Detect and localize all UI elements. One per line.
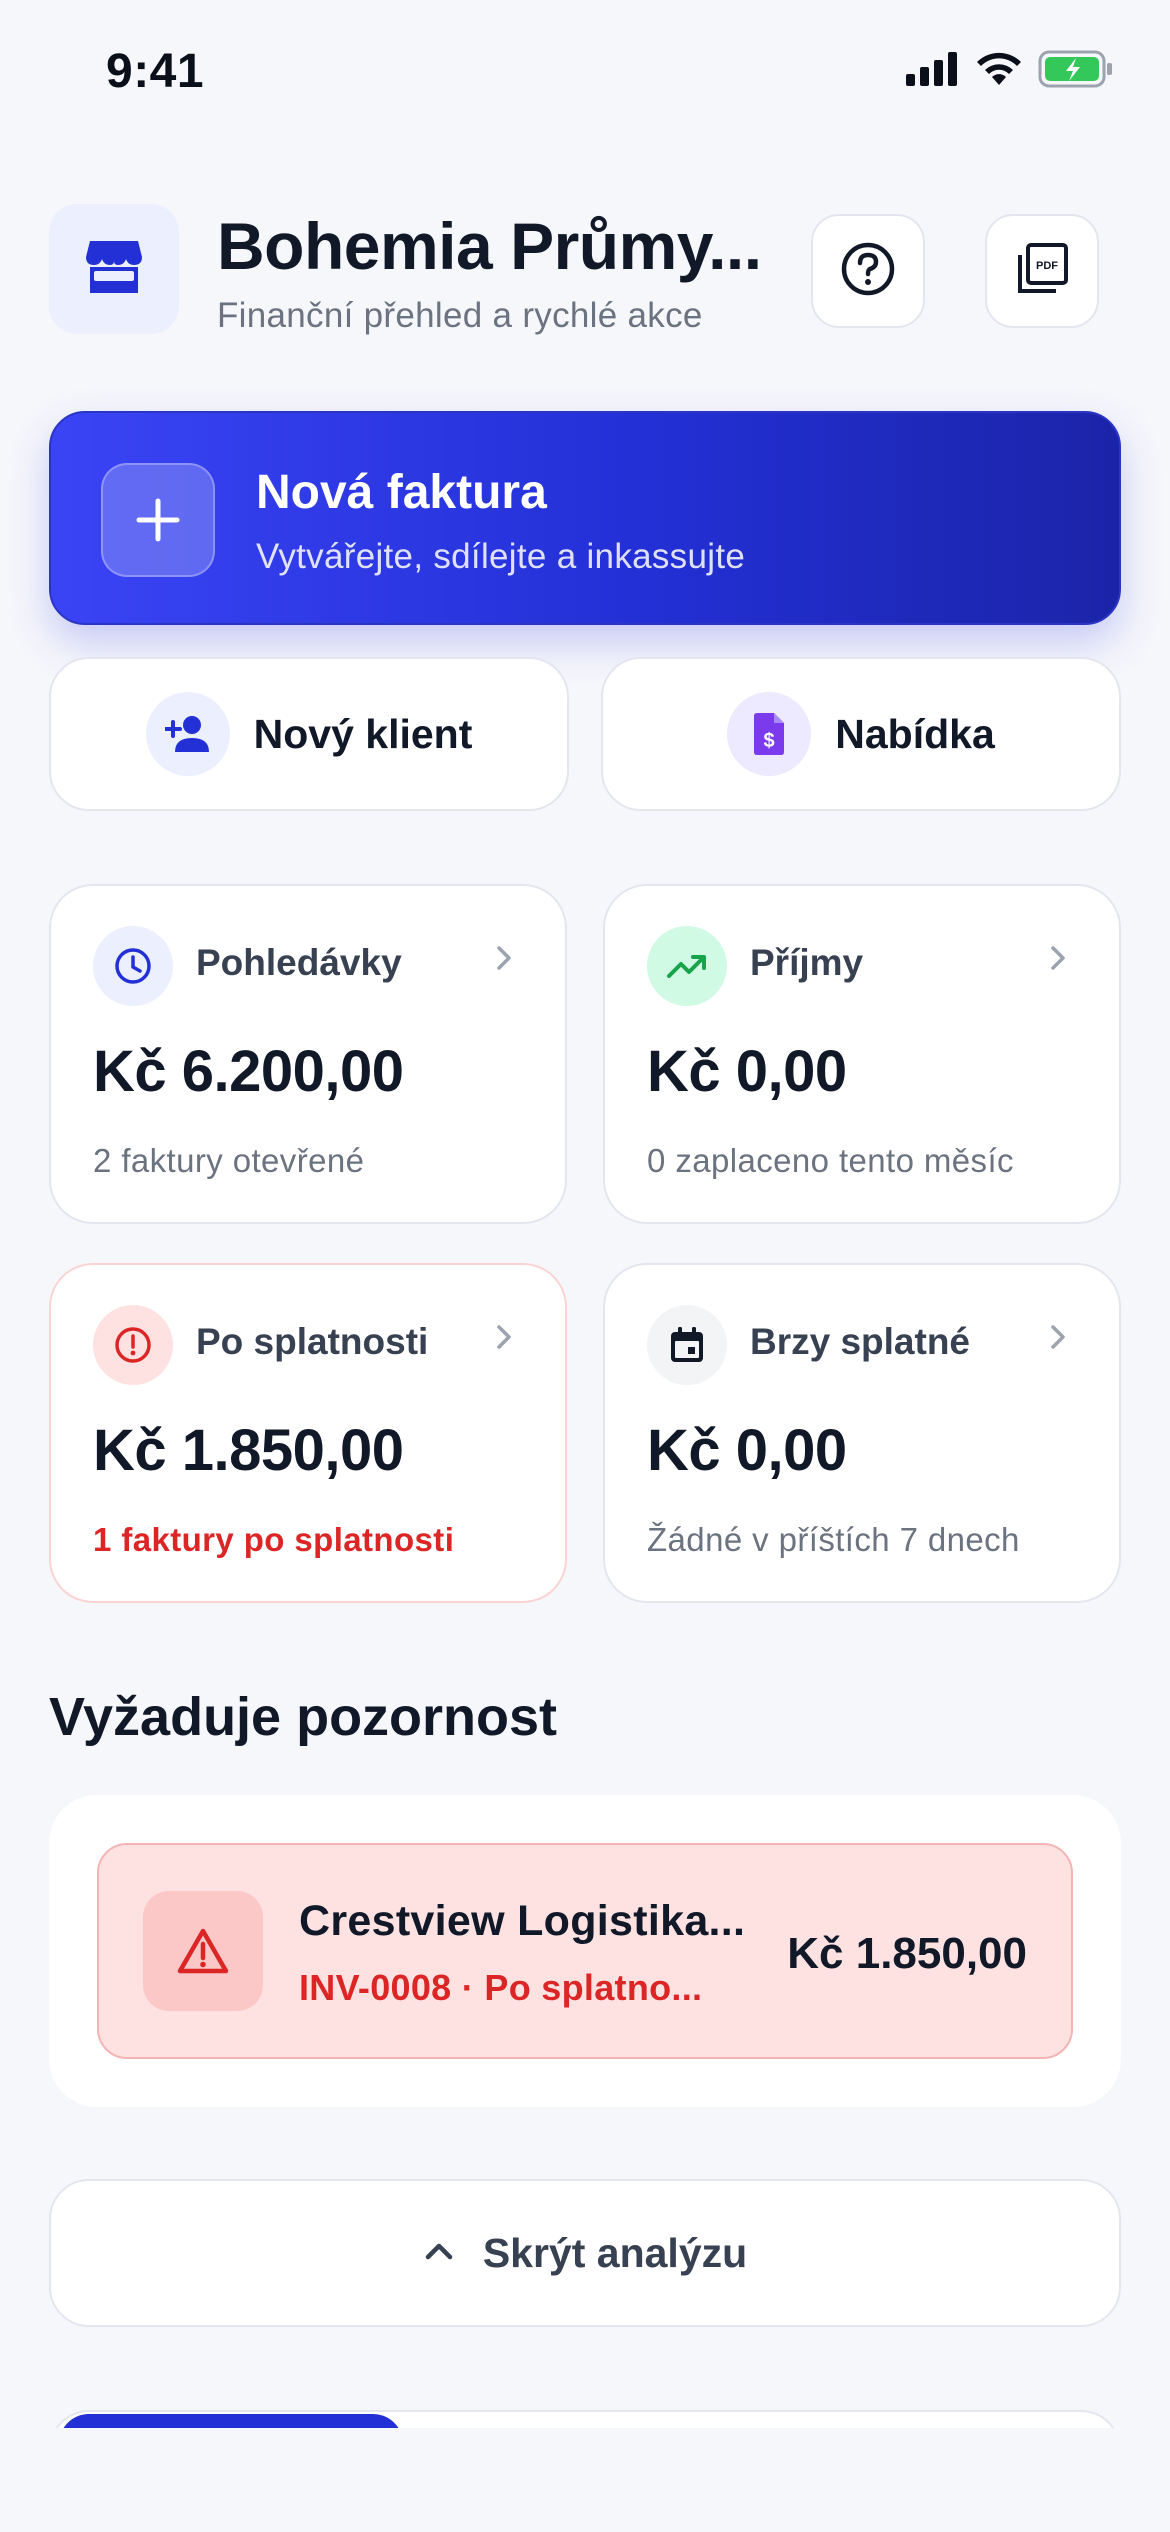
overdue-title: Po splatnosti xyxy=(196,1321,429,1362)
receivables-note: 2 faktury otevřené xyxy=(93,1142,365,1179)
chevron-right-icon xyxy=(495,944,513,977)
plus-icon xyxy=(101,463,215,577)
income-title: Příjmy xyxy=(750,942,864,983)
clock-icon xyxy=(93,926,173,1006)
alert-invoice-meta: INV-0008 · Po splatno... xyxy=(299,1967,703,2008)
hide-analytics-label: Skrýt analýzu xyxy=(482,2229,748,2276)
alert-amount: Kč 1.850,00 xyxy=(787,1929,1027,1978)
warning-triangle-icon xyxy=(143,1891,263,2011)
help-circle-icon xyxy=(840,241,896,302)
svg-text:$: $ xyxy=(764,730,775,752)
new-client-label: Nový klient xyxy=(253,710,473,757)
business-name: Bohemia Průmy... xyxy=(217,209,762,283)
receivables-value: Kč 6.200,00 xyxy=(93,1039,404,1104)
status-time: 9:41 xyxy=(106,45,205,98)
status-bar: 9:41 xyxy=(0,0,1170,150)
chevron-right-icon xyxy=(1049,944,1067,977)
store-avatar xyxy=(49,204,179,334)
receivables-card[interactable]: Pohledávky Kč 6.200,00 2 faktury otevřen… xyxy=(49,884,567,1224)
overdue-value: Kč 1.850,00 xyxy=(93,1418,404,1483)
income-card[interactable]: Příjmy Kč 0,00 0 zaplaceno tento měsíc xyxy=(603,884,1121,1224)
income-value: Kč 0,00 xyxy=(647,1039,847,1104)
storefront-icon xyxy=(84,239,144,300)
battery-charging-icon xyxy=(1038,50,1114,93)
quote-label: Nabídka xyxy=(835,710,995,757)
person-add-icon xyxy=(145,692,230,776)
attention-section-title: Vyžaduje pozornost xyxy=(49,1687,558,1747)
document-dollar-icon: $ xyxy=(727,692,812,776)
due-soon-note: Žádné v příštích 7 dnech xyxy=(647,1521,1020,1558)
calendar-icon xyxy=(647,1305,727,1385)
new-invoice-subtitle: Vytvářejte, sdílejte a inkassujte xyxy=(256,537,746,576)
wifi-icon xyxy=(974,51,1024,92)
cellular-signal-icon xyxy=(906,52,960,91)
pdf-icon: PDF xyxy=(1014,241,1070,302)
due-soon-value: Kč 0,00 xyxy=(647,1418,847,1483)
bottom-fade xyxy=(0,2428,1170,2532)
svg-text:PDF: PDF xyxy=(1036,260,1058,272)
alert-client-name: Crestview Logistika... xyxy=(299,1897,746,1945)
list-item[interactable]: Crestview Logistika... INV-0008 · Po spl… xyxy=(97,1843,1073,2059)
chevron-right-icon xyxy=(495,1323,513,1356)
hide-analytics-button[interactable]: Skrýt analýzu xyxy=(49,2179,1121,2327)
trending-up-icon xyxy=(647,926,727,1006)
overdue-note: 1 faktury po splatnosti xyxy=(93,1521,455,1558)
page-subtitle: Finanční přehled a rychlé akce xyxy=(217,296,703,335)
alert-circle-icon xyxy=(93,1305,173,1385)
chevron-up-icon xyxy=(423,2240,455,2267)
attention-panel: Crestview Logistika... INV-0008 · Po spl… xyxy=(49,1795,1121,2107)
quote-button[interactable]: $ Nabídka xyxy=(601,657,1121,811)
status-icons xyxy=(906,50,1114,93)
overdue-card[interactable]: Po splatnosti Kč 1.850,00 1 faktury po s… xyxy=(49,1263,567,1603)
due-soon-title: Brzy splatné xyxy=(750,1321,971,1362)
income-note: 0 zaplaceno tento měsíc xyxy=(647,1142,1014,1179)
new-invoice-button[interactable]: Nová faktura Vytvářejte, sdílejte a inka… xyxy=(49,411,1121,625)
receivables-title: Pohledávky xyxy=(196,942,402,983)
pdf-export-button[interactable]: PDF xyxy=(985,214,1099,328)
header: Bohemia Průmy... Finanční přehled a rych… xyxy=(49,204,1121,336)
chevron-right-icon xyxy=(1049,1323,1067,1356)
new-invoice-title: Nová faktura xyxy=(256,466,547,519)
help-button[interactable] xyxy=(811,214,925,328)
new-client-button[interactable]: Nový klient xyxy=(49,657,569,811)
due-soon-card[interactable]: Brzy splatné Kč 0,00 Žádné v příštích 7 … xyxy=(603,1263,1121,1603)
